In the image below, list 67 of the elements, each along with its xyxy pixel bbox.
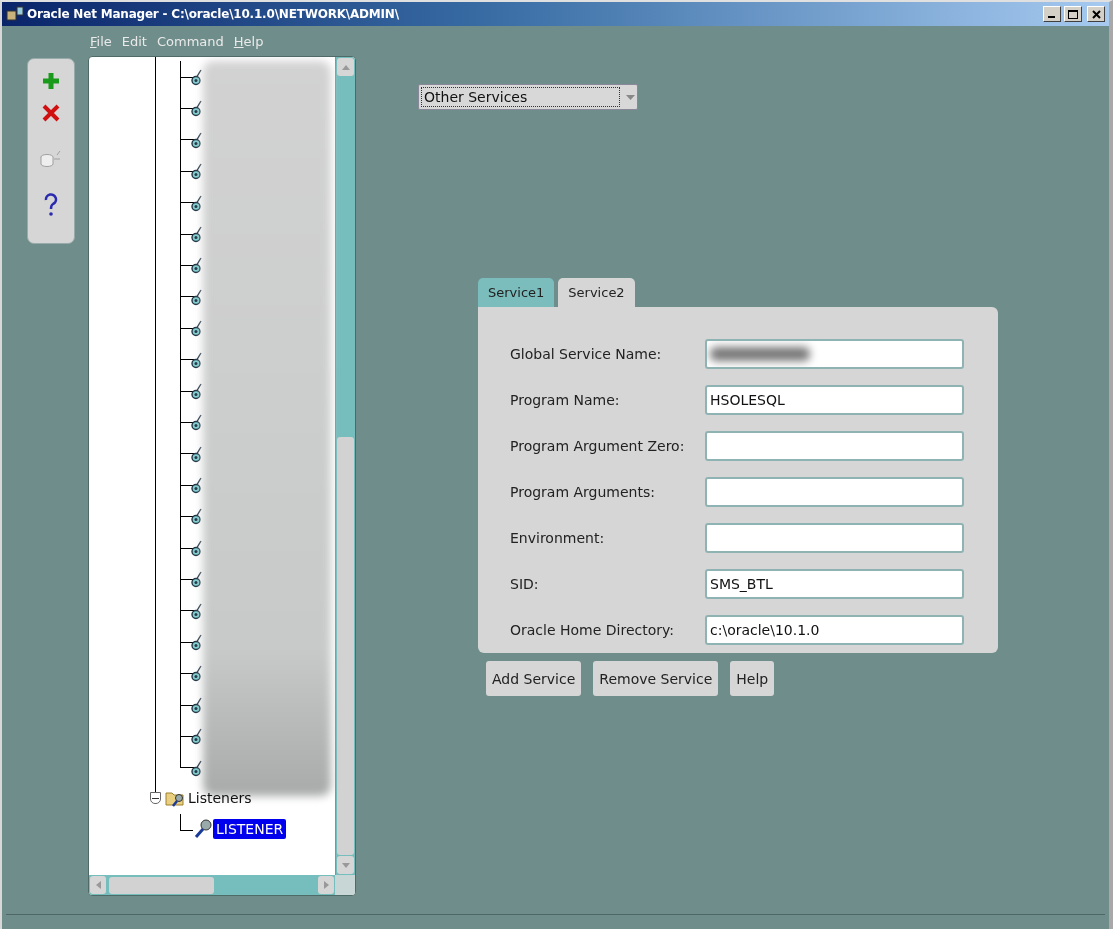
close-button[interactable] — [1087, 6, 1105, 22]
service-icon — [191, 602, 202, 620]
input-field[interactable]: SMS_BTL — [705, 569, 964, 599]
down-arrow-icon — [341, 862, 350, 868]
maximize-button[interactable] — [1064, 6, 1082, 22]
field-label: SID: — [510, 576, 540, 592]
service-icon — [191, 477, 202, 495]
tree-item[interactable]: Listeners — [185, 788, 255, 809]
action-button[interactable]: Remove Service — [593, 661, 719, 696]
service-icon — [191, 634, 202, 652]
action-button[interactable]: Help — [730, 661, 775, 696]
service-icon — [191, 100, 202, 118]
tab[interactable]: Service1 — [478, 278, 555, 307]
minimize-button[interactable] — [1043, 6, 1061, 22]
close-icon — [1091, 9, 1101, 19]
window-title: Oracle Net Manager - C:\oracle\10.1.0\NETWORK\ADMIN\ — [27, 7, 400, 21]
up-arrow-icon — [341, 64, 350, 70]
plus-icon — [41, 71, 61, 91]
service-icon — [191, 696, 202, 714]
right-arrow-icon — [323, 881, 329, 889]
service-icon — [191, 69, 202, 86]
help-icon — [43, 193, 59, 217]
service-icon — [191, 539, 202, 557]
scrollbar-corner — [335, 875, 355, 895]
service-icon — [191, 225, 202, 243]
service-icon — [191, 382, 202, 400]
input-field[interactable] — [705, 431, 964, 461]
horizontal-scrollbar[interactable] — [89, 875, 335, 895]
action-button[interactable]: Add Service — [486, 661, 582, 696]
close-icon — [41, 104, 61, 122]
service-icon — [191, 194, 202, 212]
tree-item[interactable]: LISTENER — [213, 819, 287, 840]
service-icon — [191, 665, 202, 683]
field-label: Environment: — [510, 530, 606, 546]
service-icon — [191, 571, 202, 589]
input-field[interactable]: c:\oracle\10.1.0 — [705, 615, 964, 645]
service-icon — [191, 163, 202, 181]
input-field[interactable] — [705, 477, 964, 507]
minus-icon — [152, 795, 159, 802]
left-arrow-icon — [95, 881, 101, 889]
input-field[interactable]: HSOLESQL — [705, 385, 964, 415]
field-label: Oracle Home Directory: — [510, 622, 676, 638]
service-icon — [191, 351, 202, 369]
service-icon — [191, 445, 202, 463]
database-icon — [40, 149, 62, 169]
service-icon — [191, 414, 202, 432]
service-icon — [191, 508, 202, 526]
field-label: Program Arguments: — [510, 484, 656, 500]
caret-icon — [626, 94, 635, 100]
service-icon — [191, 759, 202, 777]
service-icon — [191, 131, 202, 149]
collapse-toggle[interactable] — [150, 792, 161, 805]
field-label: Global Service Name: — [510, 346, 663, 362]
field-label: Program Name: — [510, 392, 621, 408]
input-field[interactable] — [705, 523, 964, 553]
service-icon — [191, 320, 202, 338]
input-field[interactable] — [705, 339, 964, 369]
field-label: Program Argument Zero: — [510, 438, 686, 454]
vertical-scrollbar[interactable] — [335, 57, 355, 875]
folder-icon — [165, 789, 185, 808]
service-icon — [191, 728, 202, 746]
service-type-dropdown[interactable]: Other Services — [418, 84, 638, 110]
maximize-icon — [1068, 9, 1078, 19]
service-icon — [191, 257, 202, 275]
tab[interactable]: Service2 — [558, 278, 635, 307]
app-icon — [6, 6, 24, 22]
service-icon — [191, 288, 202, 306]
